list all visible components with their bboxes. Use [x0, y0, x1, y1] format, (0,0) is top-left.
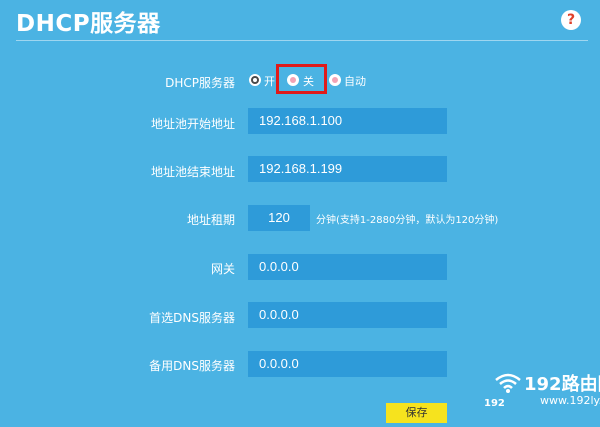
page-title: DHCP服务器 [16, 11, 161, 37]
pool-end-label: 地址池结束地址 [150, 165, 235, 179]
secondary-dns-input[interactable]: 0.0.0.0 [248, 351, 447, 377]
highlight-box [276, 64, 327, 94]
primary-dns-label: 首选DNS服务器 [149, 311, 235, 325]
watermark-small: 192 [484, 398, 505, 409]
help-icon[interactable]: ? [561, 10, 581, 30]
dhcp-server-label: DHCP服务器 [165, 76, 235, 90]
radio-auto[interactable] [329, 74, 341, 86]
radio-on[interactable] [249, 74, 261, 86]
lease-label: 地址租期 [186, 213, 235, 227]
gateway-label: 网关 [210, 262, 235, 276]
pool-start-input[interactable]: 192.168.1.100 [248, 108, 447, 134]
watermark-url: www.192ly.com [540, 394, 600, 407]
watermark-main: 192路由网 [524, 374, 600, 395]
gateway-input[interactable]: 0.0.0.0 [248, 254, 447, 280]
radio-auto-label: 自动 [344, 75, 366, 88]
wifi-icon [495, 373, 521, 393]
lease-hint: 分钟(支持1-2880分钟，默认为120分钟) [316, 215, 499, 226]
secondary-dns-label: 备用DNS服务器 [149, 359, 235, 373]
pool-start-label: 地址池开始地址 [150, 117, 235, 131]
header-divider [16, 40, 588, 41]
primary-dns-input[interactable]: 0.0.0.0 [248, 302, 447, 328]
watermark: 192路由网 192 www.192ly.com [480, 368, 600, 424]
radio-on-label: 开 [264, 75, 275, 88]
lease-input[interactable]: 120 [248, 205, 310, 231]
pool-end-input[interactable]: 192.168.1.199 [248, 156, 447, 182]
save-button[interactable]: 保存 [386, 403, 447, 423]
